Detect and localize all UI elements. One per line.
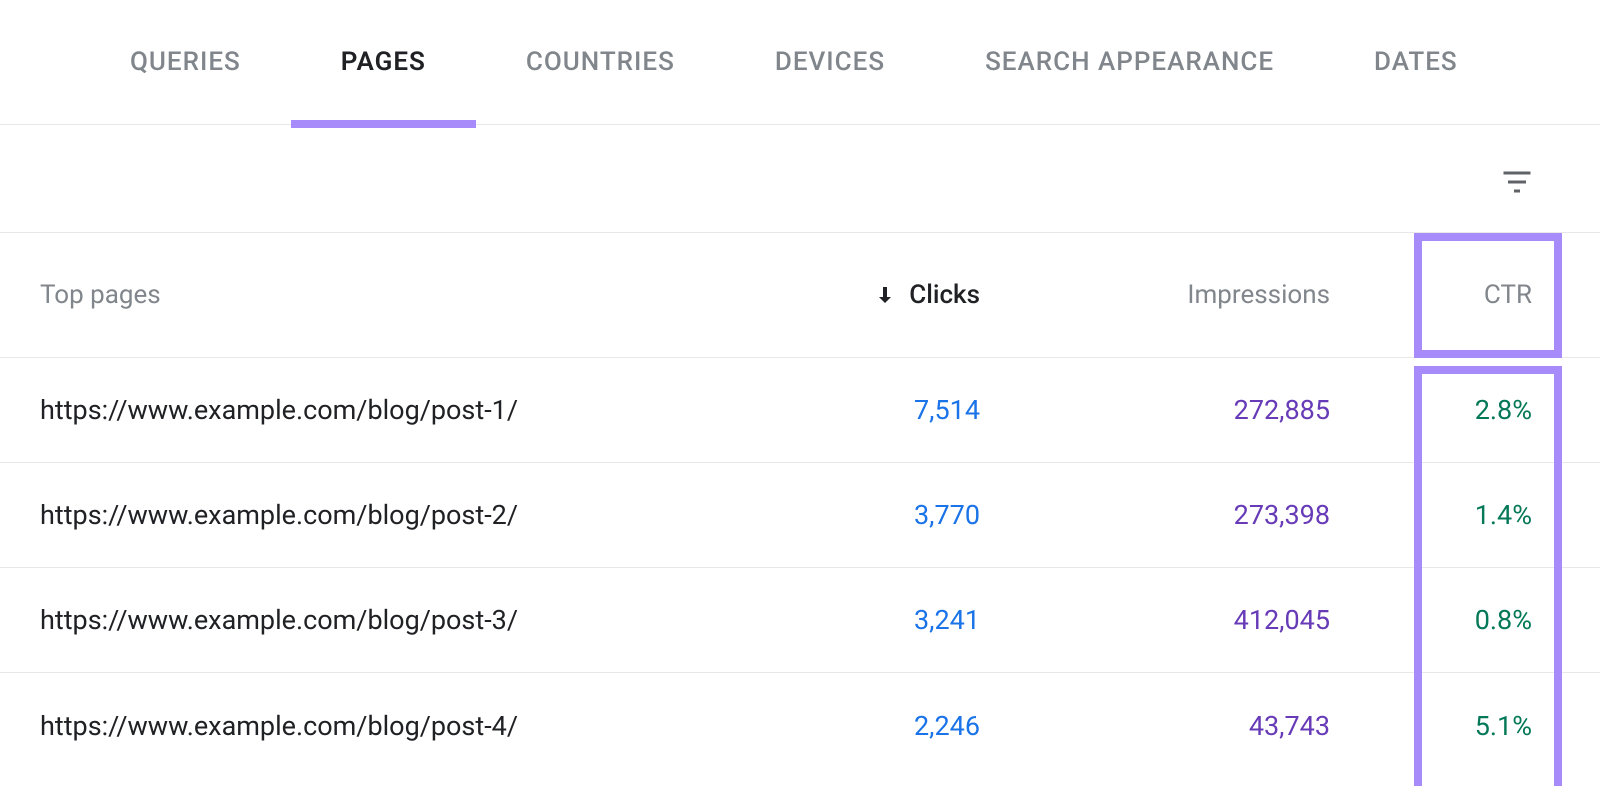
cell-clicks: 3,241 xyxy=(730,604,980,636)
filter-icon[interactable] xyxy=(1499,164,1535,194)
tab-queries[interactable]: QUERIES xyxy=(80,0,291,124)
table-row[interactable]: https://www.example.com/blog/post-1/ 7,5… xyxy=(0,358,1600,463)
header-ctr[interactable]: CTR xyxy=(1330,280,1560,310)
header-top-pages[interactable]: Top pages xyxy=(40,280,730,310)
table-header: Top pages Clicks Impressions CTR xyxy=(0,233,1600,358)
cell-ctr: 5.1% xyxy=(1330,710,1560,742)
table-row[interactable]: https://www.example.com/blog/post-4/ 2,2… xyxy=(0,673,1600,778)
cell-page: https://www.example.com/blog/post-4/ xyxy=(40,710,730,742)
tabs-bar: QUERIES PAGES COUNTRIES DEVICES SEARCH A… xyxy=(0,0,1600,125)
cell-ctr: 1.4% xyxy=(1330,499,1560,531)
cell-impressions: 412,045 xyxy=(980,604,1330,636)
sort-descending-icon xyxy=(873,283,897,307)
tab-dates[interactable]: DATES xyxy=(1324,0,1508,124)
cell-clicks: 7,514 xyxy=(730,394,980,426)
header-impressions[interactable]: Impressions xyxy=(980,280,1330,310)
cell-clicks: 2,246 xyxy=(730,710,980,742)
cell-page: https://www.example.com/blog/post-3/ xyxy=(40,604,730,636)
cell-page: https://www.example.com/blog/post-2/ xyxy=(40,499,730,531)
tab-pages[interactable]: PAGES xyxy=(291,0,476,124)
tab-countries[interactable]: COUNTRIES xyxy=(476,0,725,124)
filter-bar xyxy=(0,125,1600,233)
table-row[interactable]: https://www.example.com/blog/post-3/ 3,2… xyxy=(0,568,1600,673)
cell-clicks: 3,770 xyxy=(730,499,980,531)
cell-impressions: 43,743 xyxy=(980,710,1330,742)
header-clicks-label: Clicks xyxy=(909,280,980,310)
pages-table: Top pages Clicks Impressions CTR https:/… xyxy=(0,233,1600,778)
cell-impressions: 273,398 xyxy=(980,499,1330,531)
cell-impressions: 272,885 xyxy=(980,394,1330,426)
cell-page: https://www.example.com/blog/post-1/ xyxy=(40,394,730,426)
table-row[interactable]: https://www.example.com/blog/post-2/ 3,7… xyxy=(0,463,1600,568)
tab-devices[interactable]: DEVICES xyxy=(725,0,935,124)
cell-ctr: 0.8% xyxy=(1330,604,1560,636)
header-clicks[interactable]: Clicks xyxy=(730,280,980,310)
tab-search-appearance[interactable]: SEARCH APPEARANCE xyxy=(935,0,1324,124)
cell-ctr: 2.8% xyxy=(1330,394,1560,426)
